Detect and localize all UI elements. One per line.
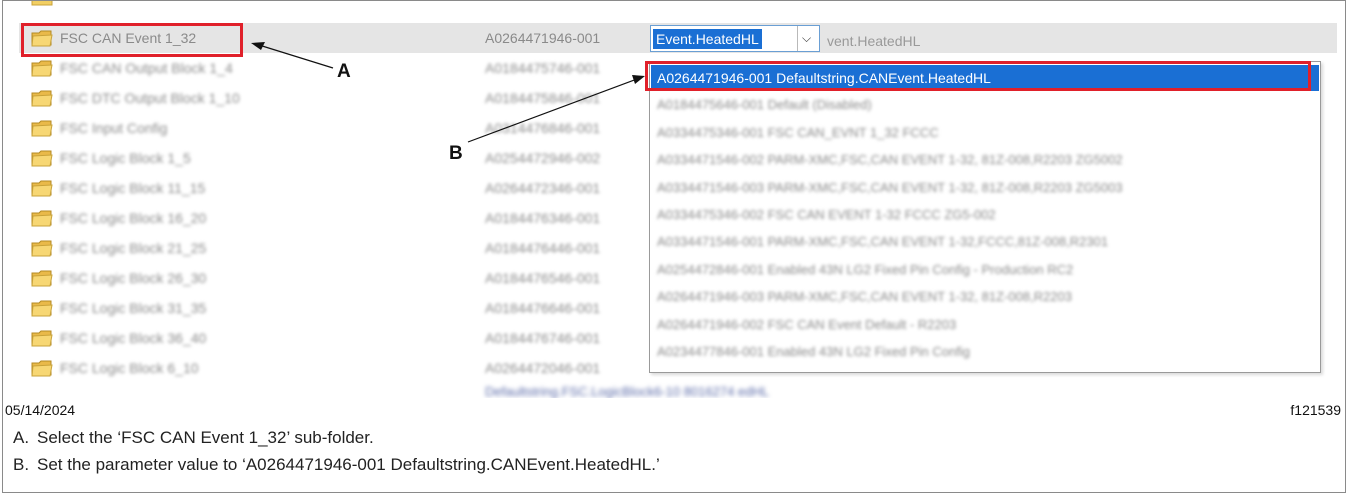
callout-a-label: A [337, 61, 351, 82]
part-number: A0184476546-001 [485, 270, 601, 286]
folder-icon [31, 330, 53, 347]
dropdown-option[interactable]: A0234477846-001 Enabled 43N LG2 Fixed Pi… [651, 339, 1319, 365]
folder-icon [31, 240, 53, 257]
dropdown-option[interactable]: A0264471946-003 PARM-XMC,FSC,CAN EVENT 1… [651, 284, 1319, 310]
folder-name[interactable]: FSC Logic Block 21_25 [60, 240, 206, 256]
part-number: A0184476446-001 [485, 240, 601, 256]
dropdown-option[interactable]: A0334471546-001 PARM-XMC,FSC,CAN EVENT 1… [651, 229, 1319, 255]
caption-b: B. Set the parameter value to ‘A026447194… [13, 455, 660, 475]
callout-arrows [251, 42, 645, 143]
caption-a-text: Select the ‘FSC CAN Event 1_32’ sub-fold… [37, 428, 374, 447]
folder-name[interactable]: FSC Logic Block 16_20 [60, 210, 206, 226]
folder-icon [31, 210, 53, 227]
folder-name[interactable]: FSC Logic Block 6_10 [60, 360, 199, 376]
figure-frame: FSC CAN Event 1_32 A0264471946-001 FSC CAN… [2, 0, 1346, 493]
part-number: A0184476346-001 [485, 210, 601, 226]
dropdown-option[interactable]: A0264471946-002 FSC CAN Event Default - … [651, 312, 1319, 338]
dropdown-option[interactable]: A0254472846-001 Enabled 43N LG2 Fixed Pi… [651, 257, 1319, 283]
caption-a: A. Select the ‘FSC CAN Event 1_32’ sub-fo… [13, 428, 374, 448]
part-number: A0264472046-001 [485, 360, 601, 376]
caption-b-letter: B. [13, 455, 30, 474]
figure-date: 05/14/2024 [5, 402, 76, 418]
callout-b-label: B [449, 143, 463, 164]
part-number: A0184476646-001 [485, 300, 601, 316]
folder-icon [31, 300, 53, 317]
dropdown-option[interactable]: A0334475346-002 FSC CAN EVENT 1-32 FCCC … [651, 202, 1319, 228]
folder-name[interactable]: FSC Logic Block 36_40 [60, 330, 206, 346]
folder-icon [31, 270, 53, 287]
caption-b-text: Set the parameter value to ‘A0264471946-… [37, 455, 660, 474]
folder-name[interactable]: FSC Logic Block 26_30 [60, 270, 206, 286]
folder-name[interactable]: FSC Logic Block 31_35 [60, 300, 206, 316]
caption-a-letter: A. [13, 428, 30, 447]
partial-row-value: Defaultstring.FSC.LogicBlock6-10 8016274… [485, 384, 770, 398]
folder-icon [31, 360, 53, 377]
part-number: A0184476746-001 [485, 330, 601, 346]
figure-id: f121539 [1290, 402, 1341, 418]
